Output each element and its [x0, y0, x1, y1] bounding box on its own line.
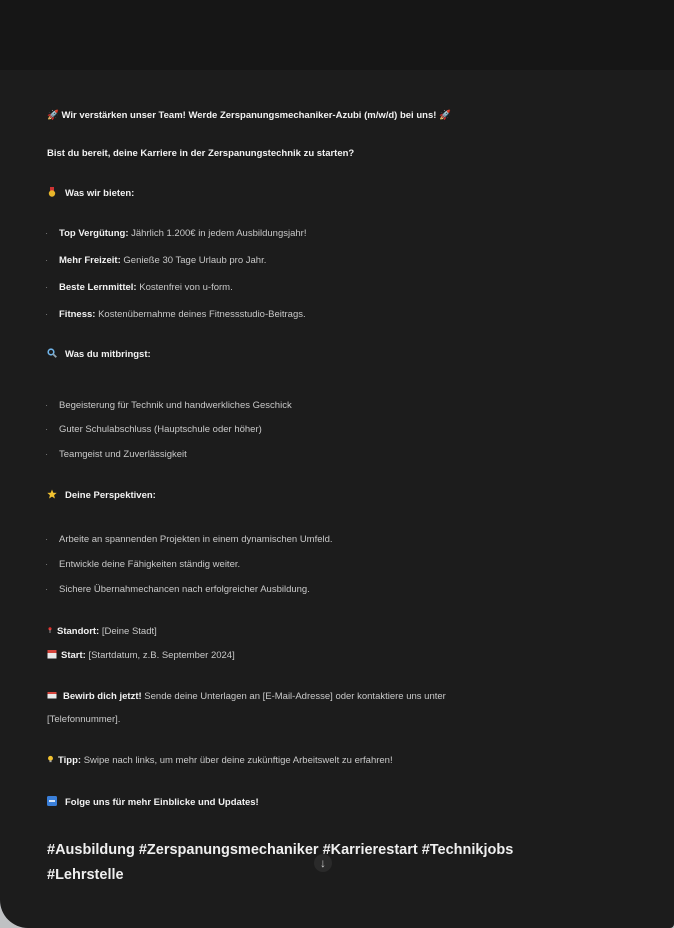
arrow-down-icon: ↓ — [320, 856, 326, 870]
pin-icon — [48, 627, 52, 633]
headline-text: Wir verstärken unser Team! Werde Zerspan… — [61, 110, 437, 121]
requirements-heading: Was du mitbringst: — [47, 347, 151, 362]
apply-line: Bewirb dich jetzt! Sende deine Unterlage… — [47, 689, 446, 704]
list-item: · Teamgeist und Zuverlässigkeit — [45, 449, 187, 460]
apply-line-2: [Telefonnummer]. — [47, 714, 121, 725]
list-item: · Sichere Übernahmechancen nach erfolgrei… — [45, 584, 310, 595]
calendar-icon — [47, 650, 57, 659]
star-icon — [47, 489, 57, 499]
list-item: · Beste Lernmittel: Kostenfrei von u-form… — [45, 282, 233, 293]
intro-text: Bist du bereit, deine Karriere in der Ze… — [47, 148, 355, 159]
list-item: · Mehr Freizeit: Genieße 30 Tage Urlaub p… — [45, 255, 267, 266]
list-item: · Top Vergütung: Jährlich 1.200€ in jedem… — [45, 228, 307, 239]
medal-icon — [48, 187, 56, 197]
start-line: Start: [Startdatum, z.B. September 2024] — [47, 648, 235, 663]
list-item: · Arbeite an spannenden Projekten in eine… — [45, 534, 333, 545]
perspectives-heading: Deine Perspektiven: — [47, 488, 156, 503]
list-item: · Fitness: Kostenübernahme deines Fitness… — [45, 309, 306, 320]
offer-heading: Was wir bieten: — [47, 186, 134, 201]
location-line: Standort: [Deine Stadt] — [47, 624, 157, 639]
rocket-icon: 🚀 — [47, 110, 59, 121]
lightbulb-icon — [48, 755, 53, 763]
list-item: · Begeisterung für Technik und handwerkli… — [45, 400, 292, 411]
hashtags-line-1: #Ausbildung #Zerspanungsmechaniker #Karr… — [47, 842, 514, 858]
hashtags-line-2: #Lehrstelle — [47, 867, 124, 883]
scroll-down-button[interactable]: ↓ — [314, 854, 332, 872]
envelope-icon — [47, 692, 57, 699]
headline: 🚀 Wir verstärken unser Team! Werde Zersp… — [47, 108, 451, 123]
arrow-right-icon — [47, 796, 57, 806]
top-bar — [0, 0, 674, 70]
post-frame: 🚀 Wir verstärken unser Team! Werde Zersp… — [0, 0, 674, 928]
magnifier-icon — [47, 348, 57, 358]
rocket-icon: 🚀 — [439, 110, 451, 121]
list-item: · Guter Schulabschluss (Hauptschule oder … — [45, 424, 262, 435]
follow-line: Folge uns für mehr Einblicke und Updates… — [47, 795, 259, 810]
list-item: · Entwickle deine Fähigkeiten ständig wei… — [45, 559, 241, 570]
tip-line: Tipp: Swipe nach links, um mehr über dei… — [47, 753, 393, 768]
